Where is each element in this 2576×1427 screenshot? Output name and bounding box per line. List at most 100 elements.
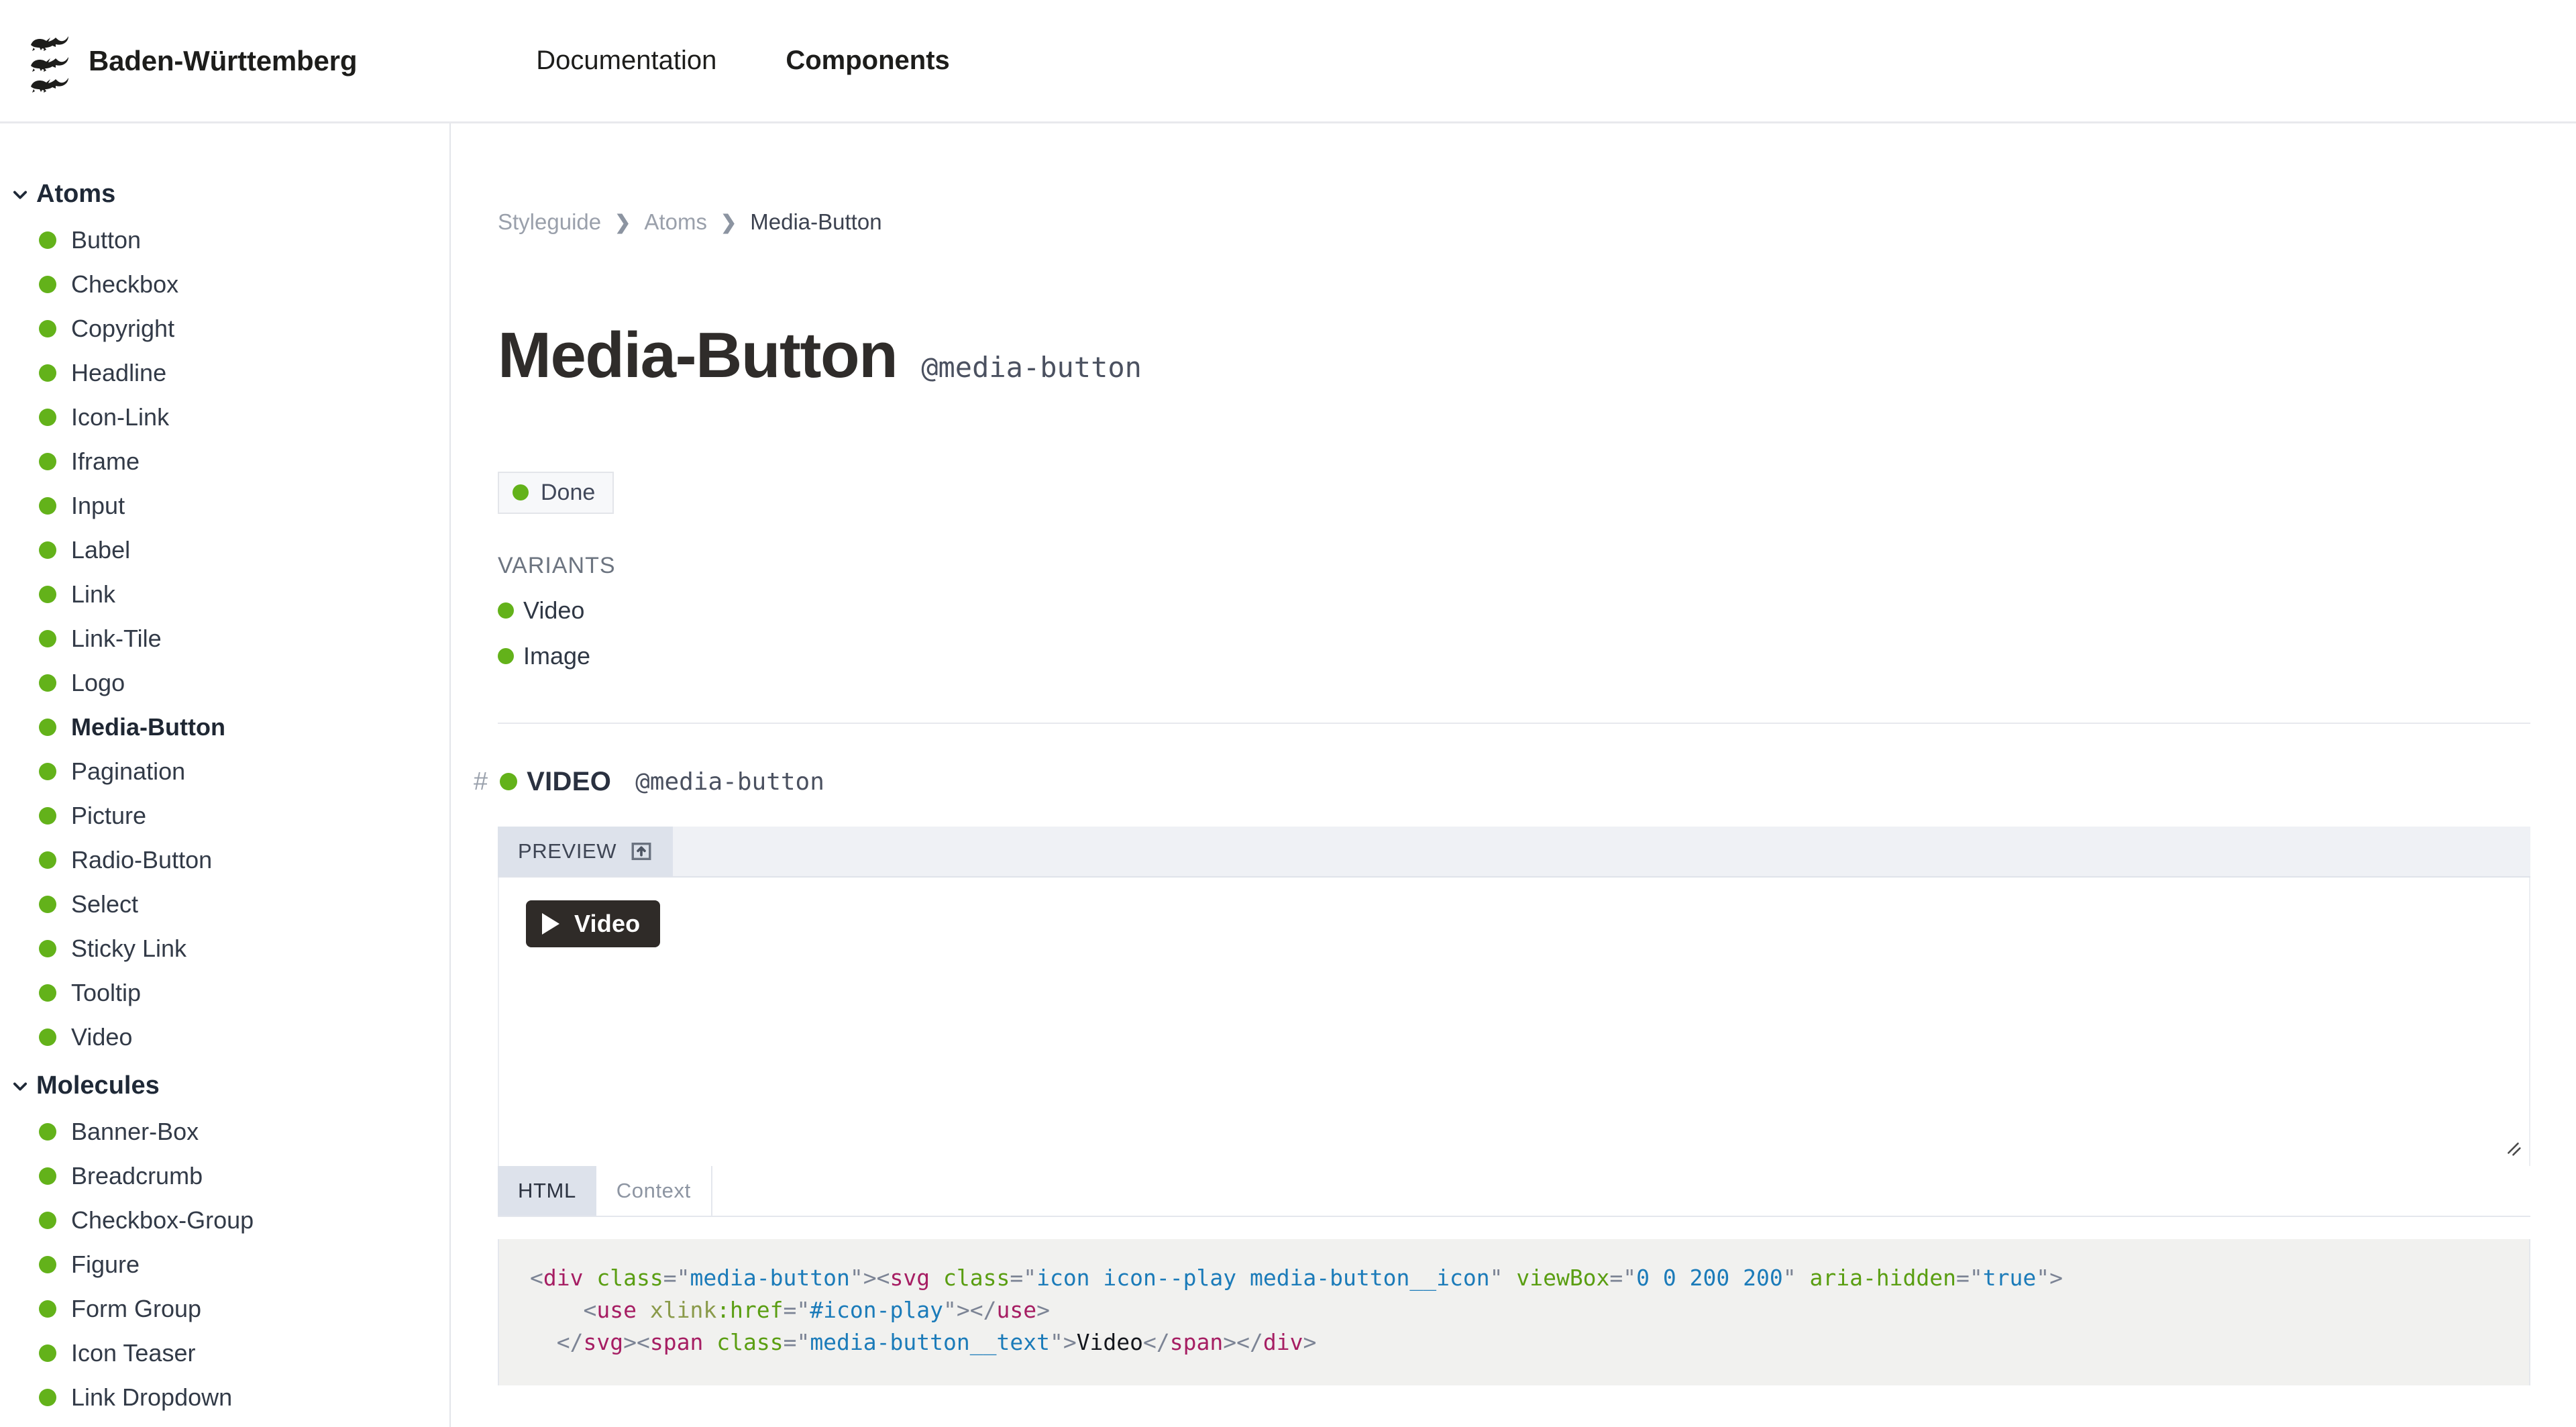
status-dot — [39, 409, 56, 426]
component-sidebar[interactable]: Atoms Button Checkbox Copyright Headline… — [0, 123, 451, 1427]
status-dot — [39, 497, 56, 515]
status-dot — [39, 1344, 56, 1362]
status-badge: Done — [498, 472, 614, 514]
sidebar-item-label: Tooltip — [71, 979, 141, 1007]
status-dot — [500, 773, 517, 790]
variant-item-video[interactable]: Video — [498, 596, 2576, 625]
breadcrumb-item-styleguide[interactable]: Styleguide — [498, 209, 601, 235]
tab-context-label: Context — [616, 1179, 691, 1203]
tab-html-label: HTML — [518, 1179, 576, 1203]
status-dot — [39, 1212, 56, 1229]
sidebar-item-link[interactable]: Link — [0, 572, 449, 617]
sidebar-item-picture[interactable]: Picture — [0, 794, 449, 838]
status-dot — [39, 320, 56, 337]
code-block-html[interactable]: <div class="media-button"><svg class="ic… — [498, 1239, 2530, 1386]
sidebar-item-label: Media-Button — [71, 713, 225, 741]
sidebar-item-logo[interactable]: Logo — [0, 661, 449, 705]
breadcrumb-item-media-button: Media-Button — [750, 209, 881, 235]
sidebar-item-input[interactable]: Input — [0, 484, 449, 528]
open-in-new-window-icon[interactable] — [630, 840, 653, 863]
sidebar-item-label: Radio-Button — [71, 846, 212, 874]
sidebar-group-atoms[interactable]: Atoms — [0, 180, 449, 209]
sidebar-item-select[interactable]: Select — [0, 882, 449, 927]
sidebar-item-label: Button — [71, 226, 141, 254]
status-dot — [39, 851, 56, 869]
status-dot — [39, 1123, 56, 1141]
tab-context[interactable]: Context — [596, 1166, 712, 1216]
status-dot — [39, 586, 56, 603]
sidebar-group-label: Atoms — [36, 180, 115, 209]
sidebar-item-video[interactable]: Video — [0, 1015, 449, 1059]
sidebar-item-radio-button[interactable]: Radio-Button — [0, 838, 449, 882]
sidebar-item-label: Figure — [71, 1251, 140, 1279]
status-dot — [39, 984, 56, 1002]
sidebar-item-label: Copyright — [71, 315, 174, 343]
breadcrumb: Styleguide ❯ Atoms ❯ Media-Button — [498, 209, 2576, 235]
sidebar-item-pagination[interactable]: Pagination — [0, 749, 449, 794]
sidebar-item-label[interactable]: Label — [0, 528, 449, 572]
sidebar-group-molecules[interactable]: Molecules — [0, 1071, 449, 1100]
sidebar-item-label: Sticky Link — [71, 935, 186, 963]
status-dot — [39, 1028, 56, 1046]
sidebar-item-breadcrumb[interactable]: Breadcrumb — [0, 1154, 449, 1198]
sidebar-item-label: Logo — [71, 669, 125, 697]
main-navigation: Documentation Components — [536, 46, 1018, 76]
sidebar-item-label: Checkbox — [71, 270, 178, 299]
page-title: Media-Button — [498, 323, 897, 388]
variant-item-image[interactable]: Image — [498, 642, 2576, 670]
tab-preview[interactable]: PREVIEW — [498, 827, 673, 876]
sidebar-item-figure[interactable]: Figure — [0, 1243, 449, 1287]
status-dot — [498, 648, 514, 664]
sidebar-item-media-button[interactable]: Media-Button — [0, 705, 449, 749]
sidebar-item-button[interactable]: Button — [0, 218, 449, 262]
status-dot — [39, 807, 56, 825]
resize-handle[interactable] — [2501, 1136, 2524, 1162]
bw-coat-of-arms-three-lions-icon — [28, 29, 71, 93]
status-dot — [39, 719, 56, 736]
status-dot — [39, 453, 56, 470]
sidebar-item-tooltip[interactable]: Tooltip — [0, 971, 449, 1015]
preview-tabbar: PREVIEW — [498, 827, 2530, 878]
main-content: Styleguide ❯ Atoms ❯ Media-Button Media-… — [452, 123, 2576, 1427]
sidebar-item-iframe[interactable]: Iframe — [0, 439, 449, 484]
media-button-label: Video — [574, 910, 640, 938]
sidebar-item-link-tile[interactable]: Link-Tile — [0, 617, 449, 661]
sidebar-item-label: Video — [71, 1023, 132, 1051]
breadcrumb-item-atoms[interactable]: Atoms — [644, 209, 707, 235]
brand-logo[interactable]: Baden-Württemberg — [28, 29, 357, 93]
sidebar-item-icon-link[interactable]: Icon-Link — [0, 395, 449, 439]
sidebar-item-label: Link-Tile — [71, 625, 162, 653]
status-dot — [513, 484, 529, 500]
section-title: VIDEO — [527, 767, 611, 797]
tab-preview-label: PREVIEW — [518, 839, 616, 863]
sidebar-item-label: Icon Teaser — [71, 1339, 195, 1367]
status-dot — [39, 276, 56, 293]
media-button-preview[interactable]: Video — [526, 900, 660, 947]
variant-label: Image — [523, 642, 590, 670]
nav-item-documentation[interactable]: Documentation — [536, 46, 716, 76]
anchor-link-icon[interactable]: # — [474, 768, 488, 796]
sidebar-item-label: Form Group — [71, 1295, 201, 1323]
sidebar-item-label: Link — [71, 580, 115, 609]
sidebar-item-label: Pagination — [71, 757, 185, 786]
sidebar-item-label: Select — [71, 890, 138, 918]
sidebar-item-label: Picture — [71, 802, 146, 830]
sidebar-item-copyright[interactable]: Copyright — [0, 307, 449, 351]
status-dot — [39, 1256, 56, 1273]
sidebar-item-headline[interactable]: Headline — [0, 351, 449, 395]
sidebar-item-checkbox[interactable]: Checkbox — [0, 262, 449, 307]
sidebar-item-banner-box[interactable]: Banner-Box — [0, 1110, 449, 1154]
sidebar-item-sticky-link[interactable]: Sticky Link — [0, 927, 449, 971]
status-dot — [39, 763, 56, 780]
sidebar-item-checkbox-group[interactable]: Checkbox-Group — [0, 1198, 449, 1243]
sidebar-item-label: Input — [71, 492, 125, 520]
sidebar-item-label: Icon-Link — [71, 403, 169, 431]
status-dot — [39, 231, 56, 249]
play-icon — [542, 913, 559, 935]
sidebar-item-link-dropdown[interactable]: Link Dropdown — [0, 1375, 449, 1420]
preview-stage[interactable]: Video — [498, 878, 2530, 1166]
sidebar-item-icon-teaser[interactable]: Icon Teaser — [0, 1331, 449, 1375]
tab-html[interactable]: HTML — [498, 1166, 596, 1216]
sidebar-item-form-group[interactable]: Form Group — [0, 1287, 449, 1331]
nav-item-components[interactable]: Components — [786, 46, 949, 76]
